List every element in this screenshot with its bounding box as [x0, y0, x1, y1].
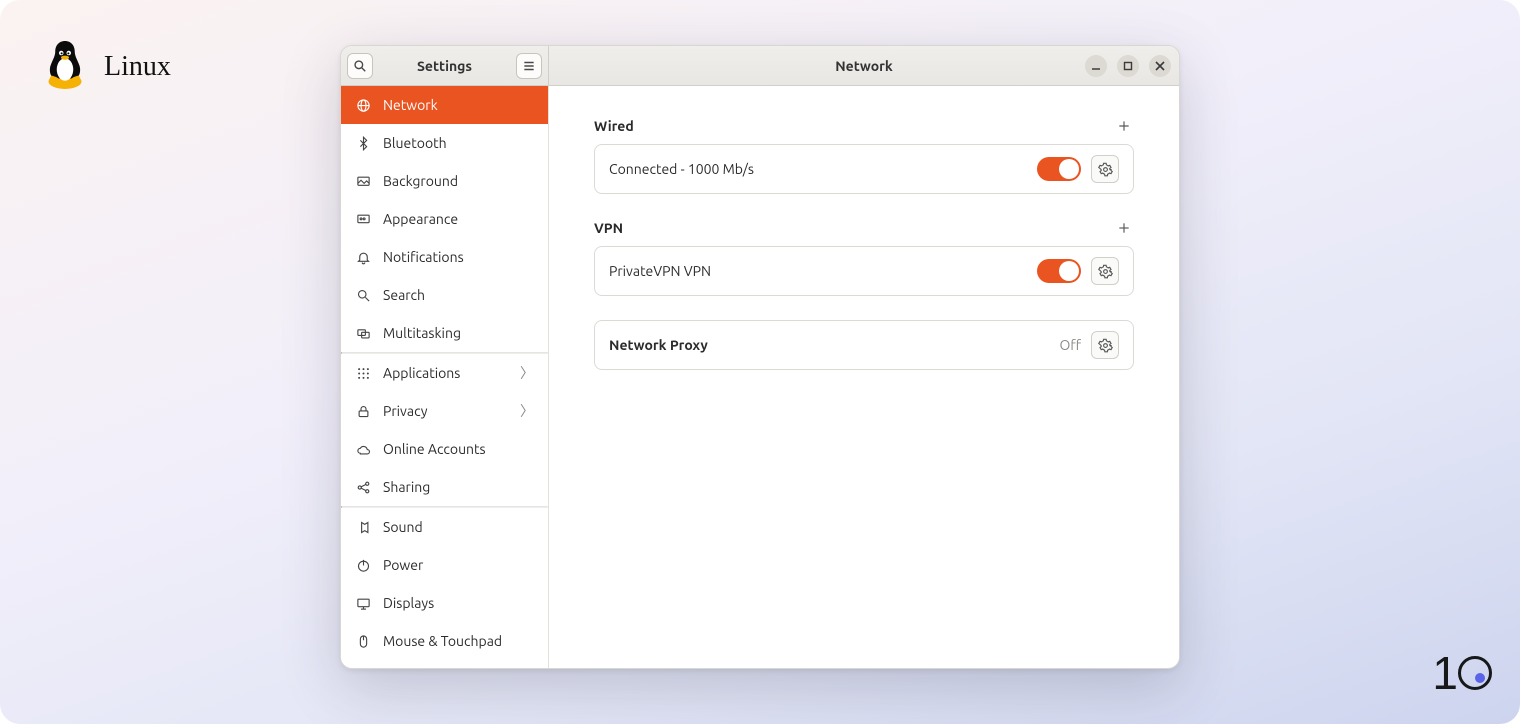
sidebar-item-label: Multitasking [383, 325, 534, 341]
background-icon [355, 174, 371, 189]
content-panel: Wired Connected - 1000 Mb/s VPN [549, 86, 1179, 668]
globe-icon [355, 98, 371, 113]
linux-badge: Linux [38, 38, 171, 96]
hamburger-menu-button[interactable] [516, 53, 542, 79]
vpn-settings-button[interactable] [1091, 257, 1119, 285]
sidebar-item-label: Bluetooth [383, 135, 534, 151]
cloud-icon [355, 442, 371, 457]
linux-label: Linux [104, 51, 171, 83]
sidebar-item-label: Network [383, 97, 534, 113]
sidebar-item-appearance[interactable]: Appearance [341, 200, 548, 238]
power-icon [355, 558, 371, 573]
lock-icon [355, 404, 371, 419]
sidebar-item-label: Applications [383, 365, 508, 381]
sidebar-item-label: Sound [383, 519, 534, 535]
search-button[interactable] [347, 53, 373, 79]
sidebar-item-label: Mouse & Touchpad [383, 633, 534, 649]
vpn-connection-row: PrivateVPN VPN [594, 246, 1134, 296]
sidebar-item-privacy[interactable]: Privacy 〉 [341, 392, 548, 430]
sidebar-item-sound[interactable]: Sound [341, 508, 548, 546]
display-icon [355, 596, 371, 611]
sidebar-item-search[interactable]: Search [341, 276, 548, 314]
sidebar-item-power[interactable]: Power [341, 546, 548, 584]
sidebar-item-mouse-touchpad[interactable]: Mouse & Touchpad [341, 622, 548, 660]
chevron-right-icon: 〉 [520, 401, 534, 421]
bell-icon [355, 250, 371, 265]
tux-icon [38, 38, 92, 96]
window-title: Network [835, 58, 893, 74]
wired-settings-button[interactable] [1091, 155, 1119, 183]
sidebar-item-sharing[interactable]: Sharing [341, 468, 548, 506]
sidebar-item-label: Displays [383, 595, 534, 611]
vpn-section: VPN PrivateVPN VPN [594, 218, 1134, 296]
add-vpn-button[interactable] [1114, 218, 1134, 238]
search-icon [355, 288, 371, 303]
sidebar-item-notifications[interactable]: Notifications [341, 238, 548, 276]
sidebar-title: Settings [373, 58, 516, 74]
sidebar-item-background[interactable]: Background [341, 162, 548, 200]
proxy-status: Off [1059, 337, 1081, 353]
sound-icon [355, 520, 371, 535]
sidebar-item-label: Sharing [383, 479, 534, 495]
add-wired-button[interactable] [1114, 116, 1134, 136]
sidebar-item-label: Notifications [383, 249, 534, 265]
sidebar-item-label: Online Accounts [383, 441, 534, 457]
proxy-label: Network Proxy [609, 337, 1049, 353]
appearance-icon [355, 212, 371, 227]
wired-toggle[interactable] [1037, 157, 1081, 181]
wired-status: Connected - 1000 Mb/s [609, 161, 1027, 177]
mouse-icon [355, 634, 371, 649]
maximize-button[interactable] [1117, 55, 1139, 77]
sidebar-item-network[interactable]: Network [341, 86, 548, 124]
bluetooth-icon [355, 136, 371, 151]
proxy-settings-button[interactable] [1091, 331, 1119, 359]
titlebar: Settings Network [341, 46, 1179, 86]
sidebar-item-bluetooth[interactable]: Bluetooth [341, 124, 548, 162]
sidebar-item-label: Search [383, 287, 534, 303]
wired-heading: Wired [594, 118, 634, 134]
share-icon [355, 480, 371, 495]
sidebar-item-online-accounts[interactable]: Online Accounts [341, 430, 548, 468]
wired-connection-row: Connected - 1000 Mb/s [594, 144, 1134, 194]
vpn-toggle[interactable] [1037, 259, 1081, 283]
multitask-icon [355, 326, 371, 341]
vpn-heading: VPN [594, 220, 623, 236]
settings-window: Settings Network Ne [340, 45, 1180, 669]
sidebar-item-multitasking[interactable]: Multitasking [341, 314, 548, 352]
proxy-section: Network Proxy Off [594, 320, 1134, 370]
apps-icon [355, 366, 371, 381]
brand-10-logo: 1 [1432, 646, 1492, 700]
vpn-name: PrivateVPN VPN [609, 263, 1027, 279]
network-proxy-row[interactable]: Network Proxy Off [594, 320, 1134, 370]
chevron-right-icon: 〉 [520, 363, 534, 383]
sidebar-item-label: Appearance [383, 211, 534, 227]
minimize-button[interactable] [1085, 55, 1107, 77]
sidebar: Network Bluetooth Background Appearance … [341, 86, 549, 668]
sidebar-item-label: Privacy [383, 403, 508, 419]
sidebar-item-label: Power [383, 557, 534, 573]
sidebar-item-label: Background [383, 173, 534, 189]
close-button[interactable] [1149, 55, 1171, 77]
wired-section: Wired Connected - 1000 Mb/s [594, 116, 1134, 194]
sidebar-item-applications[interactable]: Applications 〉 [341, 354, 548, 392]
sidebar-item-displays[interactable]: Displays [341, 584, 548, 622]
